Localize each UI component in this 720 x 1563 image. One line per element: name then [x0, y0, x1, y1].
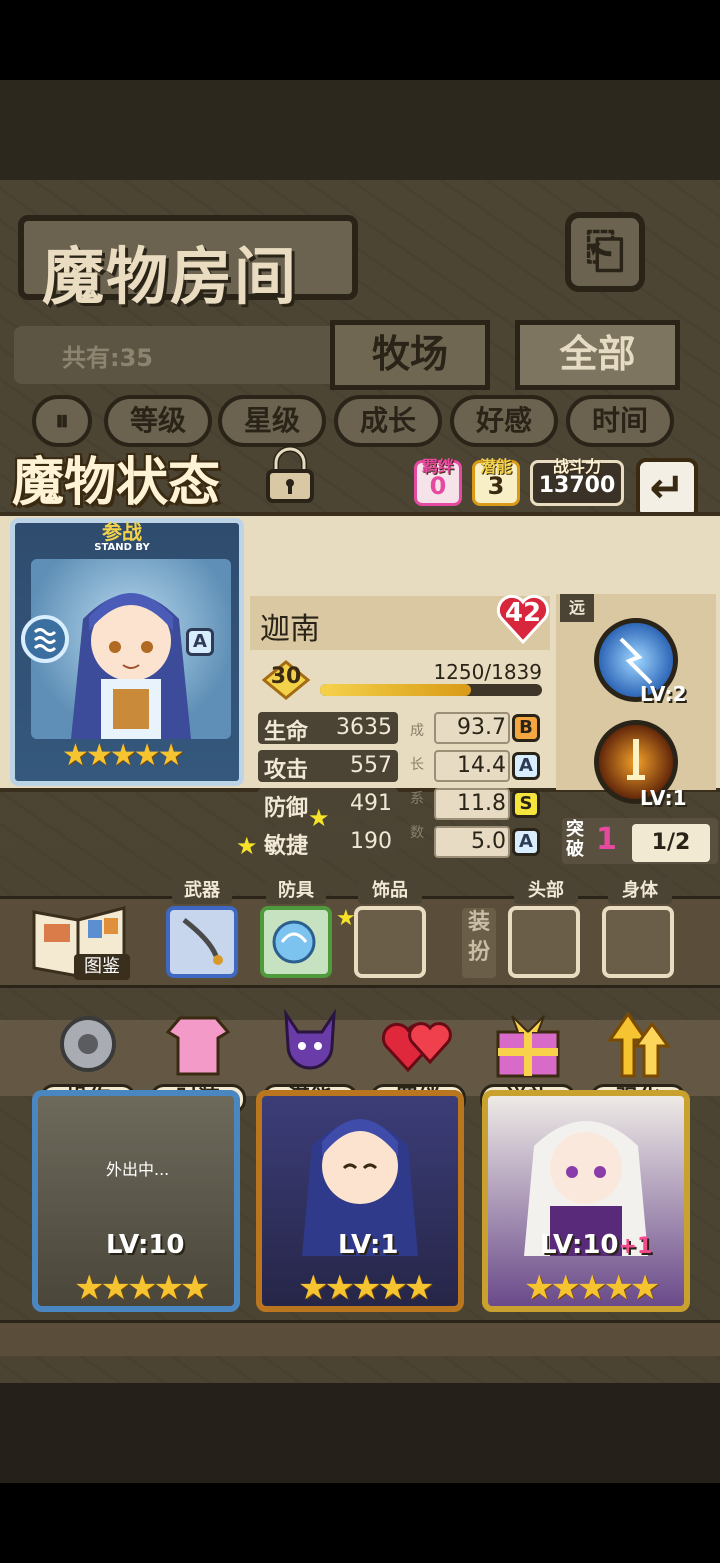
- growth-char: 数: [410, 825, 424, 841]
- power-label: 战斗力: [552, 457, 601, 476]
- stat-value: 190: [350, 829, 392, 854]
- monster-card-1-level: LV:10: [106, 1230, 185, 1260]
- monster-card-2-stars: ★★★★★: [298, 1268, 434, 1308]
- growth-value: 11.8: [457, 791, 506, 816]
- lock-icon[interactable]: [262, 445, 318, 505]
- growth-char: 长: [410, 757, 424, 773]
- growth-value: 93.7: [457, 715, 506, 740]
- dress-icon: [165, 1016, 231, 1076]
- shell-armor-icon: [272, 920, 316, 964]
- potential-chip: 潜能 3: [472, 457, 520, 506]
- skill-2-level: LV:1: [640, 786, 687, 810]
- body-label: 身体: [608, 878, 672, 904]
- water-element-icon: [21, 615, 69, 663]
- bottom-band: [0, 1383, 720, 1483]
- exp-bar-fill: [320, 684, 471, 696]
- monster-card-3-stars: ★★★★★: [524, 1268, 660, 1308]
- breakthrough-label: 突破: [566, 819, 584, 860]
- pause-icon: ⏸: [54, 404, 69, 437]
- grade-badge: S: [512, 790, 540, 818]
- growth-char: 系: [410, 791, 424, 807]
- tab-ranch[interactable]: 牧场: [330, 320, 490, 390]
- sort-growth-button[interactable]: 成长: [334, 395, 442, 447]
- away-status: 外出中...: [106, 1160, 170, 1179]
- stat-label: 敏捷: [264, 834, 309, 859]
- stat-row-hp: 生命 3635 93.7 B: [258, 712, 548, 745]
- skill-1-level: LV:2: [640, 682, 687, 706]
- bond-chip: 羁绊 0: [414, 457, 462, 506]
- stat-label: 攻击: [264, 758, 309, 783]
- demon-icon: [284, 1008, 336, 1070]
- accessory-label: 饰品: [358, 878, 422, 904]
- gift-icon: [496, 1015, 560, 1078]
- sparkle-icon: ★: [236, 832, 258, 860]
- return-icon: ⎗: [585, 223, 625, 279]
- room-back-button[interactable]: ⎗: [565, 212, 645, 292]
- status-title: 魔物状态: [12, 452, 221, 513]
- grade-badge: A: [512, 828, 540, 856]
- range-tag: 远: [560, 594, 594, 622]
- top-band: [0, 80, 720, 180]
- monster-count: 共有:35: [62, 344, 153, 372]
- potential-label: 潜能: [479, 457, 512, 476]
- gear-icon: [60, 1016, 116, 1072]
- grade-badge: B: [512, 714, 540, 742]
- card-stars: ★★★★★: [62, 738, 184, 773]
- sort-affection-button[interactable]: 好感: [450, 395, 558, 447]
- stat-value: 3635: [336, 715, 392, 740]
- affection-value: 42: [504, 598, 542, 628]
- status-back-button[interactable]: ↵: [636, 458, 698, 520]
- monster-card-3-plus: +1: [618, 1234, 653, 1259]
- sword-weapon-icon: [182, 918, 223, 965]
- stat-value: 557: [350, 753, 392, 778]
- bond-label: 羁绊: [421, 457, 454, 476]
- book-label: 图鉴: [74, 954, 130, 980]
- weapon-slot[interactable]: [166, 906, 238, 978]
- monster-card-3-level: LV:10+1: [540, 1230, 652, 1260]
- armor-label: 防具: [266, 878, 326, 904]
- growth-char: 成: [410, 723, 424, 739]
- armor-slot[interactable]: [260, 906, 332, 978]
- bottom-frame: [0, 1320, 720, 1356]
- hearts-icon: [381, 1022, 452, 1073]
- dress-tag: 装扮: [462, 908, 496, 978]
- growth-vertical-label: 成 长 系 数: [408, 714, 426, 850]
- growth-value: 14.4: [457, 753, 506, 778]
- up-arrows-icon: [607, 1011, 671, 1078]
- stat-row-agi: 敏捷 190 5.0 A: [258, 826, 548, 859]
- monster-card-1-stars: ★★★★★: [74, 1268, 210, 1308]
- card-rank-badge: A: [186, 628, 214, 656]
- power-chip: 战斗力 13700: [530, 457, 624, 506]
- tab-all[interactable]: 全部: [515, 320, 680, 390]
- monster-card-3-lv: LV:10: [540, 1230, 619, 1260]
- stat-row-atk: 攻击 557 14.4 A: [258, 750, 548, 783]
- grade-badge: A: [512, 752, 540, 780]
- body-slot[interactable]: [602, 906, 674, 978]
- growth-value: 5.0: [471, 829, 506, 854]
- stat-row-def: 防御 491 11.8 S: [258, 788, 548, 821]
- room-title: 魔物房间: [42, 240, 299, 313]
- head-label: 头部: [514, 878, 578, 904]
- breakthrough-value: 1: [596, 822, 617, 857]
- monster-card-2-level: LV:1: [338, 1230, 399, 1260]
- weapon-label: 武器: [172, 878, 232, 904]
- exp-bar: [320, 684, 542, 696]
- head-slot[interactable]: [508, 906, 580, 978]
- monster-level: 30: [270, 664, 302, 689]
- sort-time-button[interactable]: 时间: [566, 395, 674, 447]
- standby-en: STAND BY: [94, 542, 150, 553]
- monster-name: 迦南: [260, 612, 320, 647]
- exp-text: 1250/1839: [433, 660, 542, 684]
- stat-label: 生命: [264, 720, 309, 745]
- stat-label: 防御: [264, 796, 309, 821]
- breakthrough-fraction: 1/2: [632, 824, 710, 862]
- accessory-slot[interactable]: [354, 906, 426, 978]
- standby-badge: 参战 STAND BY: [74, 522, 170, 558]
- sparkle-icon: ★: [336, 906, 356, 931]
- standby-cn: 参战: [102, 520, 142, 544]
- return-arrow-icon: ↵: [649, 463, 685, 512]
- sparkle-icon: ★: [308, 804, 330, 832]
- sort-star-button[interactable]: 星级: [218, 395, 326, 447]
